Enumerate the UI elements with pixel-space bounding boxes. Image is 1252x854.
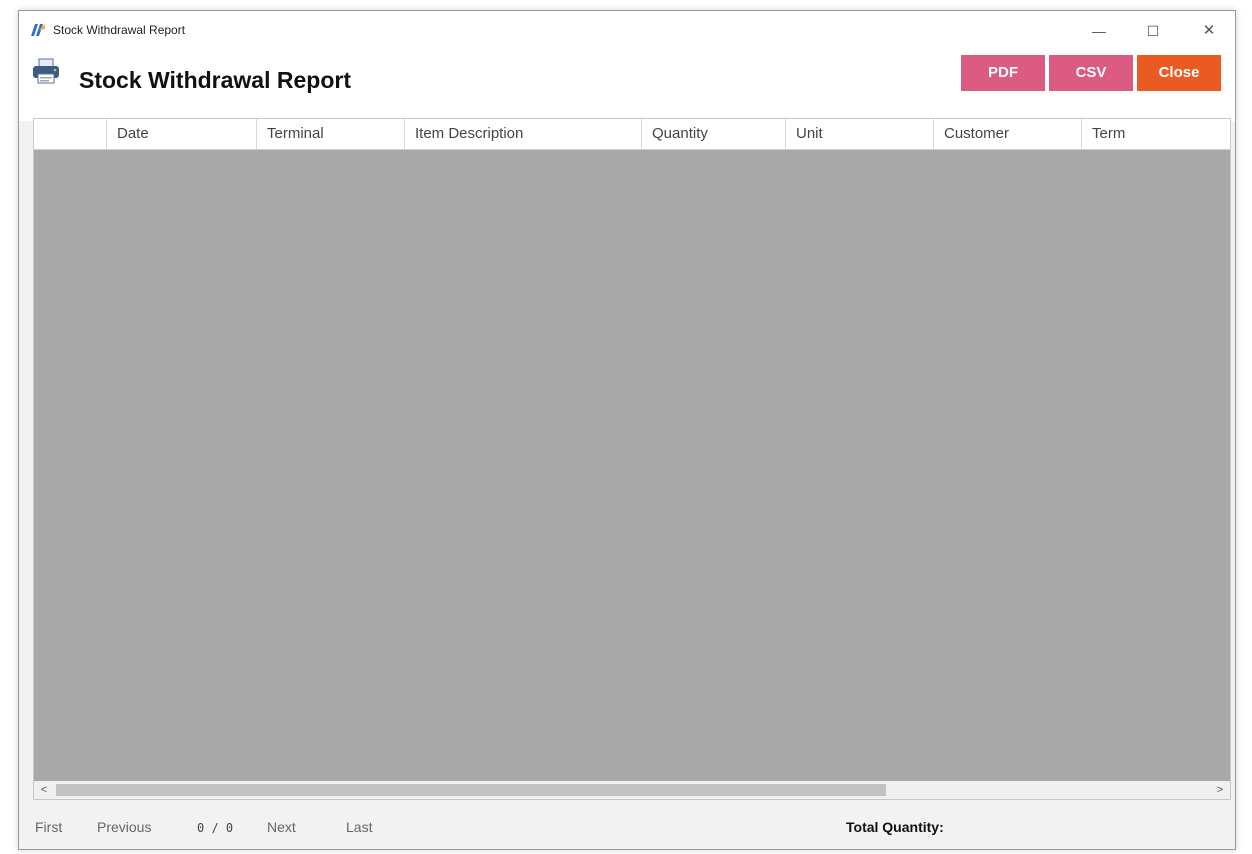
column-header-select[interactable]	[34, 119, 106, 149]
pdf-button[interactable]: PDF	[961, 55, 1045, 91]
scroll-left-icon[interactable]: <	[36, 781, 52, 799]
maximize-button[interactable]: ☐	[1133, 17, 1173, 45]
horizontal-scrollbar[interactable]: < >	[34, 781, 1230, 799]
report-footer: First Previous 0 / 0 Next Last Total Qua…	[19, 801, 1235, 849]
app-logo-icon	[31, 24, 45, 36]
printer-icon	[33, 58, 59, 84]
scroll-thumb[interactable]	[56, 784, 886, 796]
column-header-terminal[interactable]: Terminal	[256, 119, 404, 149]
scroll-right-icon[interactable]: >	[1212, 781, 1228, 799]
column-header-item-description[interactable]: Item Description	[404, 119, 641, 149]
report-header: Stock Withdrawal Report PDF CSV Close	[19, 51, 1235, 121]
column-header-unit[interactable]: Unit	[785, 119, 933, 149]
page-title: Stock Withdrawal Report	[79, 67, 351, 93]
withdrawal-data-grid[interactable]: Date Terminal Item Description Quantity …	[33, 118, 1231, 800]
first-page-button[interactable]: First	[35, 819, 62, 835]
close-button[interactable]: Close	[1137, 55, 1221, 91]
column-header-term[interactable]: Term	[1081, 119, 1230, 149]
last-page-button[interactable]: Last	[346, 819, 372, 835]
previous-page-button[interactable]: Previous	[97, 819, 151, 835]
column-header-customer[interactable]: Customer	[933, 119, 1081, 149]
title-bar: Stock Withdrawal Report — ☐ ✕	[19, 11, 1235, 51]
page-counter: 0 / 0	[197, 821, 234, 835]
report-window: Stock Withdrawal Report — ☐ ✕ Stock With…	[18, 10, 1236, 850]
csv-button[interactable]: CSV	[1049, 55, 1133, 91]
grid-header-row: Date Terminal Item Description Quantity …	[34, 119, 1230, 150]
column-header-date[interactable]: Date	[106, 119, 256, 149]
column-header-quantity[interactable]: Quantity	[641, 119, 785, 149]
minimize-button[interactable]: —	[1079, 17, 1119, 45]
window-title: Stock Withdrawal Report	[53, 23, 186, 37]
window-close-button[interactable]: ✕	[1189, 17, 1229, 45]
next-page-button[interactable]: Next	[267, 819, 296, 835]
total-quantity-label: Total Quantity:	[846, 819, 944, 835]
